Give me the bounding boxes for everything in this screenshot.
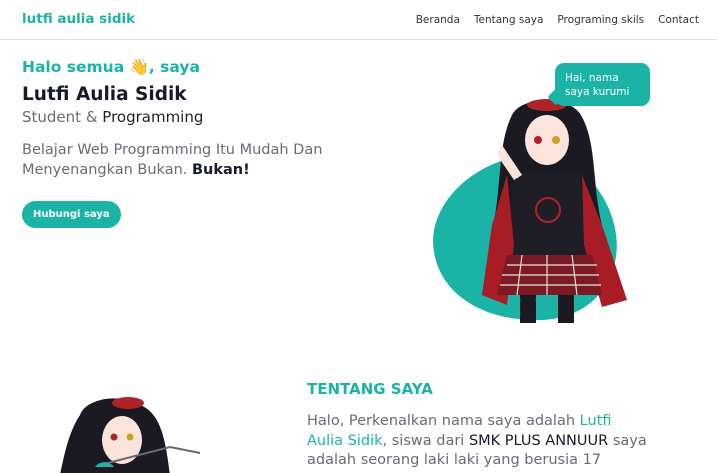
- speech-bubble: Hai, nama saya kurumi: [555, 63, 650, 106]
- hero-description: Belajar Web Programming Itu Mudah Dan Me…: [22, 140, 352, 180]
- hero-section: Halo semua 👋, saya Lutfi Aulia Sidik Stu…: [22, 58, 422, 228]
- bubble-line-2: saya kurumi: [565, 86, 630, 98]
- role-prefix: Student &: [22, 108, 103, 126]
- nav-item-programing-skils[interactable]: Programing skils: [557, 14, 644, 26]
- role-strong: Programming: [102, 108, 204, 126]
- about-text: Halo, Perkenalkan nama saya adalah Lutfi…: [307, 412, 652, 471]
- anime-character-illustration-2: [60, 397, 201, 473]
- hero-role: Student & Programming: [22, 108, 422, 126]
- about-section: TENTANG SAYA Halo, Perkenalkan nama saya…: [307, 380, 652, 471]
- contact-button[interactable]: Hubungi saya: [22, 201, 121, 228]
- desc-text: Belajar Web Programming Itu Mudah Dan Me…: [22, 142, 323, 178]
- nav-menu: Beranda Tentang saya Programing skils Co…: [402, 14, 699, 26]
- about-school: SMK PLUS ANNUUR: [468, 432, 609, 449]
- about-school-prefix: , siswa dari: [382, 432, 469, 449]
- nav-item-contact[interactable]: Contact: [658, 14, 699, 26]
- nav-item-beranda[interactable]: Beranda: [416, 14, 460, 26]
- anime-character-illustration: [482, 99, 627, 323]
- desc-strong: Bukan!: [192, 162, 250, 178]
- site-logo[interactable]: lutfi aulia sidik: [22, 11, 135, 27]
- nav-item-tentang-saya[interactable]: Tentang saya: [474, 14, 544, 26]
- bubble-line-1: Hai, nama: [565, 72, 619, 84]
- hero-name: Lutfi Aulia Sidik: [22, 84, 187, 105]
- hero-greeting: Halo semua 👋, saya: [22, 58, 200, 76]
- about-title: TENTANG SAYA: [307, 380, 433, 398]
- about-intro: Halo, Perkenalkan nama saya adalah: [307, 413, 580, 429]
- navbar: lutfi aulia sidik Beranda Tentang saya P…: [0, 0, 717, 40]
